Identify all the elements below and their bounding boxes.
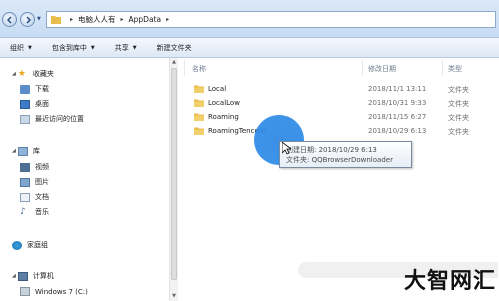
nav-downloads[interactable]: 下载 bbox=[20, 84, 49, 94]
nav-favorites[interactable]: ◢ ★ 收藏夹 bbox=[12, 69, 54, 79]
nav-documents[interactable]: 文档 bbox=[20, 192, 49, 202]
chevron-down-icon: ▼ bbox=[132, 44, 137, 51]
download-icon bbox=[20, 84, 30, 94]
nav-homegroup[interactable]: 家庭组 bbox=[12, 240, 48, 250]
nav-desktop[interactable]: 桌面 bbox=[20, 99, 49, 109]
file-row[interactable]: LocalLow 2018/10/31 9:33 文件夹 bbox=[190, 97, 490, 110]
column-divider[interactable] bbox=[442, 60, 443, 76]
column-divider bbox=[184, 60, 185, 76]
breadcrumb[interactable]: ▸ 电脑人人有 ▸ AppData ▸ bbox=[46, 11, 496, 28]
navigation-pane: ◢ ★ 收藏夹 下载 桌面 最近访问的位置 ◢ 库 视频 图片 文档 ♪ 音乐 … bbox=[0, 58, 178, 301]
desktop-icon bbox=[20, 99, 30, 109]
arrow-left-icon bbox=[6, 16, 12, 24]
chevron-down-icon: ▼ bbox=[90, 44, 95, 51]
chevron-down-icon: ▼ bbox=[28, 44, 32, 51]
nav-scrollbar[interactable]: ▲ ▼ bbox=[169, 58, 178, 301]
breadcrumb-item[interactable]: AppData bbox=[129, 15, 162, 24]
library-icon bbox=[17, 146, 28, 156]
folder-icon bbox=[194, 85, 204, 93]
nav-computer[interactable]: ◢ 计算机 bbox=[12, 271, 54, 281]
column-divider[interactable] bbox=[362, 60, 363, 76]
file-row[interactable]: Roaming 2018/11/15 6:27 文件夹 bbox=[190, 111, 490, 124]
breadcrumb-separator[interactable]: ▸ bbox=[121, 16, 124, 23]
nav-libraries[interactable]: ◢ 库 bbox=[12, 146, 40, 156]
back-button[interactable] bbox=[2, 12, 17, 27]
drive-icon bbox=[20, 287, 30, 296]
breadcrumb-item[interactable]: 电脑人人有 bbox=[78, 14, 116, 25]
video-icon bbox=[20, 162, 30, 172]
file-row[interactable]: Local 2018/11/1 13:11 文件夹 bbox=[190, 83, 490, 96]
new-folder-button[interactable]: 新建文件夹 bbox=[147, 38, 202, 57]
nav-drive-c[interactable]: Windows 7 (C:) bbox=[20, 287, 88, 296]
scroll-down-icon[interactable]: ▼ bbox=[171, 293, 177, 299]
folder-icon bbox=[51, 16, 61, 24]
breadcrumb-separator[interactable]: ▸ bbox=[166, 16, 169, 23]
folder-icon bbox=[194, 99, 204, 107]
nav-music[interactable]: ♪ 音乐 bbox=[20, 207, 49, 217]
arrow-right-icon bbox=[26, 16, 32, 24]
organize-button[interactable]: 组织 ▼ bbox=[0, 38, 42, 57]
collapse-icon[interactable]: ◢ bbox=[12, 273, 16, 279]
tooltip: 创建日期: 2018/10/29 6:13 文件夹: QQBrowserDown… bbox=[279, 141, 412, 168]
computer-icon bbox=[17, 271, 28, 281]
document-icon bbox=[20, 192, 30, 202]
command-bar: 组织 ▼ 包含到库中 ▼ 共享 ▼ 新建文件夹 bbox=[0, 38, 499, 58]
include-in-library-button[interactable]: 包含到库中 ▼ bbox=[42, 38, 105, 57]
music-icon: ♪ bbox=[20, 206, 26, 217]
nav-recent[interactable]: 最近访问的位置 bbox=[20, 114, 84, 124]
column-header-name[interactable]: 名称 bbox=[192, 64, 206, 74]
tooltip-line: 创建日期: 2018/10/29 6:13 bbox=[286, 146, 377, 154]
collapse-icon[interactable]: ◢ bbox=[12, 148, 16, 154]
breadcrumb-separator[interactable]: ▸ bbox=[70, 16, 73, 23]
address-bar: ▼ ▸ 电脑人人有 ▸ AppData ▸ bbox=[0, 0, 499, 38]
file-row[interactable]: RoamingTencent 2018/10/29 6:13 文件夹 bbox=[190, 125, 490, 138]
collapse-icon[interactable]: ◢ bbox=[12, 71, 16, 77]
share-button[interactable]: 共享 ▼ bbox=[105, 38, 147, 57]
column-header-type[interactable]: 类型 bbox=[448, 64, 462, 74]
folder-icon bbox=[194, 113, 204, 121]
scrollbar-thumb[interactable] bbox=[171, 68, 177, 280]
mouse-pointer-icon bbox=[282, 142, 291, 155]
picture-icon bbox=[20, 177, 30, 187]
scroll-up-icon[interactable]: ▲ bbox=[171, 59, 177, 65]
recent-pages-icon[interactable]: ▼ bbox=[37, 16, 41, 22]
nav-pictures[interactable]: 图片 bbox=[20, 177, 49, 187]
tooltip-line: 文件夹: QQBrowserDownloader bbox=[286, 156, 393, 164]
folder-icon bbox=[194, 127, 204, 135]
star-icon: ★ bbox=[17, 68, 26, 79]
nav-videos[interactable]: 视频 bbox=[20, 162, 49, 172]
homegroup-icon bbox=[12, 240, 22, 250]
forward-button[interactable] bbox=[20, 12, 35, 27]
watermark: 大智网汇 bbox=[404, 269, 497, 294]
column-header-date[interactable]: 修改日期 bbox=[368, 64, 396, 74]
recent-places-icon bbox=[20, 114, 30, 124]
